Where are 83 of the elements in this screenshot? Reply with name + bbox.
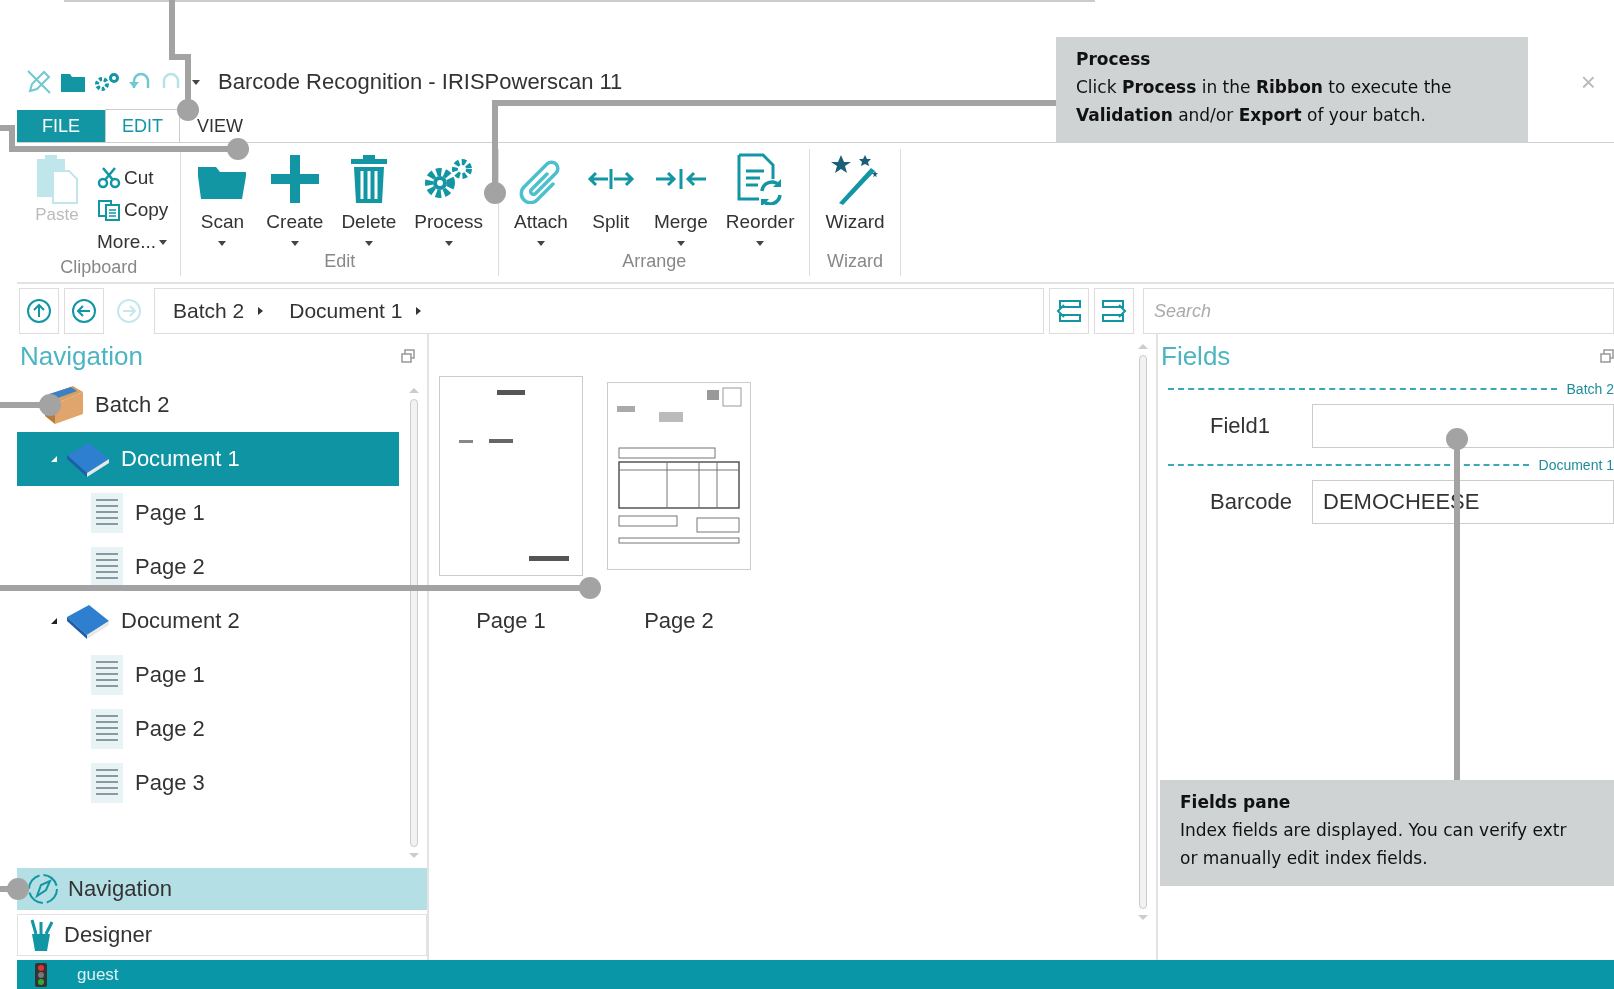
- input-field[interactable]: DEMOCHEESE: [1312, 480, 1614, 524]
- callout-text: Click Process in the Ribbon to execute the: [1076, 76, 1453, 99]
- panel-title: Navigation: [20, 340, 143, 372]
- tree-item[interactable]: Page 1: [17, 486, 399, 540]
- folder-icon[interactable]: [60, 71, 86, 93]
- page-icon: [89, 707, 125, 751]
- page-icon: [89, 653, 125, 697]
- ribbon-button[interactable]: Attach: [506, 151, 575, 246]
- page-icon: [89, 491, 125, 535]
- leader-line: [0, 878, 29, 900]
- collapse-panel-button[interactable]: [1049, 288, 1089, 334]
- pane-switch-button[interactable]: Navigation: [17, 868, 427, 910]
- tree-item[interactable]: Page 2: [17, 702, 399, 756]
- section-label: Document 1: [1538, 457, 1614, 473]
- book-icon: [65, 441, 111, 477]
- user-name: guest: [77, 964, 119, 985]
- ribbon-tab[interactable]: EDIT: [105, 109, 180, 143]
- expand-icon: [1101, 299, 1127, 323]
- reorder-icon: [736, 153, 785, 205]
- pen-icon[interactable]: [26, 69, 52, 95]
- scissors-icon: [97, 167, 121, 189]
- ribbon-button[interactable]: Process: [407, 151, 490, 246]
- ribbon-button[interactable]: Delete: [334, 151, 404, 246]
- ribbon-button[interactable]: Merge: [646, 151, 715, 246]
- thumbnail-label: Page 1: [476, 608, 546, 634]
- restore-icon[interactable]: [1600, 349, 1614, 363]
- callout-title: Fields pane: [1180, 791, 1292, 814]
- ribbon-button[interactable]: Reorder: [718, 151, 802, 246]
- tree-item[interactable]: Document 1: [17, 432, 399, 486]
- ribbon-button[interactable]: Split: [578, 151, 643, 246]
- search-field[interactable]: Search: [1143, 288, 1614, 334]
- back-button[interactable]: [64, 288, 104, 334]
- restore-icon[interactable]: [401, 349, 415, 363]
- tree-item[interactable]: Page 2: [17, 540, 399, 594]
- traffic-light-icon: [35, 962, 47, 987]
- group-label: Wizard: [827, 251, 884, 273]
- ribbon-button[interactable]: More...: [93, 227, 173, 257]
- collapse-icon: [1056, 299, 1082, 323]
- panel-title: Fields: [1161, 340, 1231, 372]
- section-label: Batch 2: [1566, 381, 1614, 397]
- tree-item[interactable]: Document 2: [17, 594, 399, 648]
- caret-icon[interactable]: [416, 307, 422, 315]
- callout-text: Index fields are displayed. You can verify extr: [1180, 819, 1568, 842]
- callout-text: Validation and/or Export of your batch.: [1076, 104, 1427, 127]
- field-label: Barcode: [1209, 489, 1293, 515]
- plus-icon: [270, 155, 319, 203]
- merge-icon: [653, 167, 708, 191]
- gears-icon[interactable]: [94, 72, 120, 92]
- trash-icon: [350, 155, 387, 203]
- field-label: Field1: [1209, 413, 1271, 439]
- group-label: Clipboard: [60, 257, 138, 279]
- ribbon-tab[interactable]: VIEW: [180, 110, 261, 142]
- window-title: Barcode Recognition - IRISPowerscan 11: [218, 69, 623, 95]
- copy-icon: [97, 199, 121, 221]
- expand-panel-button[interactable]: [1094, 288, 1134, 334]
- ribbon-button[interactable]: Scan: [189, 151, 256, 246]
- thumbnail-label: Page 2: [644, 608, 714, 634]
- group-label: Edit: [324, 251, 356, 273]
- callout-title: Process: [1076, 48, 1152, 71]
- caret-icon[interactable]: [258, 307, 264, 315]
- pane-switch-button[interactable]: Designer: [17, 914, 427, 956]
- input-field[interactable]: [1312, 404, 1614, 448]
- ribbon-tab[interactable]: FILE: [17, 110, 105, 142]
- tree-item[interactable]: Page 1: [17, 648, 399, 702]
- book-icon: [65, 603, 111, 639]
- gears-icon: [423, 157, 474, 201]
- split-icon: [585, 167, 636, 191]
- breadcrumb-item[interactable]: Document 1: [289, 299, 403, 323]
- callout-text: or manually edit index fields.: [1180, 847, 1429, 870]
- tree-item[interactable]: Page 3: [17, 756, 399, 810]
- leader-line: [0, 394, 61, 416]
- ribbon-button[interactable]: Copy: [93, 195, 173, 225]
- up-button[interactable]: [19, 288, 59, 334]
- ribbon-button[interactable]: Cut: [93, 163, 173, 193]
- page-icon: [89, 761, 125, 805]
- breadcrumb-item[interactable]: Batch 2: [173, 299, 245, 323]
- compass-icon: [26, 872, 60, 906]
- ribbon-button[interactable]: Wizard: [818, 151, 892, 246]
- group-label: Arrange: [622, 251, 687, 273]
- page-thumbnail[interactable]: [439, 376, 583, 576]
- ribbon-button[interactable]: Create: [259, 151, 331, 246]
- page-thumbnail[interactable]: [607, 382, 751, 570]
- caret-icon[interactable]: [192, 79, 200, 85]
